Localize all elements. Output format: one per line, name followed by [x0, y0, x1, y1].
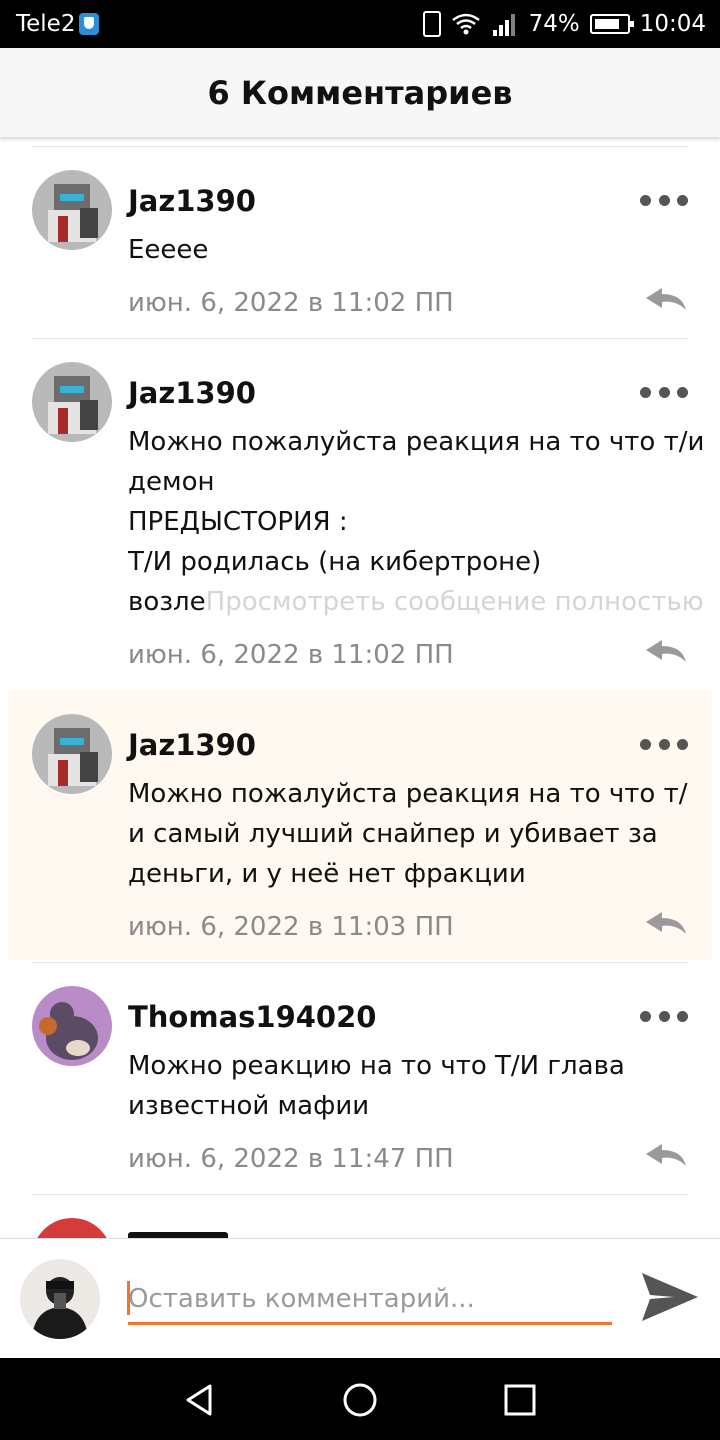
divider	[32, 1194, 688, 1195]
page-title: 6 Комментариев	[207, 73, 513, 112]
battery-icon	[589, 14, 634, 34]
system-nav-bar	[0, 1358, 720, 1440]
more-options-icon[interactable]	[640, 384, 688, 400]
clock: 10:04	[639, 11, 706, 37]
comments-header: 6 Комментариев	[0, 48, 720, 138]
avatar[interactable]	[32, 362, 112, 442]
comment-body: Еееее	[128, 235, 209, 265]
status-bar: Tele2 74% 10:04	[0, 0, 720, 48]
divider	[32, 146, 688, 147]
vibrate-icon	[422, 11, 441, 37]
more-options-icon[interactable]	[640, 192, 688, 208]
comment-item: Jaz1390 Можно пожалуйста реакция на то ч…	[0, 350, 720, 690]
divider	[32, 338, 688, 339]
signal-icon	[491, 12, 519, 36]
comment-item: Thomas194020 Можно реакцию на то что Т/И…	[0, 974, 720, 1194]
comment-input[interactable]	[128, 1275, 612, 1325]
comment-timestamp: июн. 6, 2022 в 11:03 ПП	[128, 912, 454, 942]
recents-icon[interactable]	[500, 1380, 540, 1420]
avatar[interactable]	[32, 1218, 112, 1238]
wifi-icon	[451, 13, 480, 35]
reply-icon[interactable]	[644, 910, 688, 936]
avatar[interactable]	[32, 170, 112, 250]
comment-body: Можно реакцию на то что Т/И глава извест…	[128, 1051, 625, 1121]
comment-timestamp: июн. 6, 2022 в 11:02 ПП	[128, 288, 454, 318]
comment-composer	[0, 1238, 720, 1358]
more-options-icon[interactable]	[640, 1008, 688, 1024]
send-icon[interactable]	[640, 1269, 700, 1325]
shield-icon	[79, 13, 100, 35]
carrier-name: Tele2	[16, 11, 76, 37]
reply-icon[interactable]	[644, 638, 688, 664]
comment-username[interactable]: Thomas194020	[128, 1000, 376, 1034]
view-full-message-link[interactable]: Просмотреть сообщение полностью	[206, 587, 704, 617]
reply-icon[interactable]	[644, 286, 688, 312]
comment-item-highlighted: Jaz1390 Можно пожалуйста реакция на то ч…	[8, 690, 712, 960]
comment-body: Можно пожалуйста реакция на то что т/ и …	[128, 779, 688, 889]
avatar[interactable]	[32, 714, 112, 794]
avatar[interactable]	[32, 986, 112, 1066]
comment-body: Можно пожалуйста реакция на то что т/и д…	[128, 427, 705, 617]
home-icon[interactable]	[340, 1380, 380, 1420]
status-right: 74% 10:04	[422, 11, 706, 37]
divider	[32, 962, 688, 963]
comment-timestamp: июн. 6, 2022 в 11:02 ПП	[128, 640, 454, 670]
text-cursor	[127, 1281, 130, 1315]
user-avatar[interactable]	[20, 1259, 100, 1339]
battery-percent: 74%	[528, 11, 580, 37]
comment-timestamp: июн. 6, 2022 в 11:47 ПП	[128, 1144, 454, 1174]
comment-item: Jaz1390 Еееее июн. 6, 2022 в 11:02 ПП	[0, 158, 720, 338]
comment-list[interactable]: Jaz1390 Еееее июн. 6, 2022 в 11:02 ПП Ja…	[0, 138, 720, 1238]
reply-icon[interactable]	[644, 1142, 688, 1168]
comment-username[interactable]: Jaz1390	[128, 184, 256, 218]
back-icon[interactable]	[180, 1380, 220, 1420]
comment-username[interactable]: Jaz1390	[128, 376, 256, 410]
comment-username[interactable]: Jaz1390	[128, 728, 256, 762]
more-options-icon[interactable]	[640, 736, 688, 752]
status-left: Tele2	[16, 11, 100, 37]
